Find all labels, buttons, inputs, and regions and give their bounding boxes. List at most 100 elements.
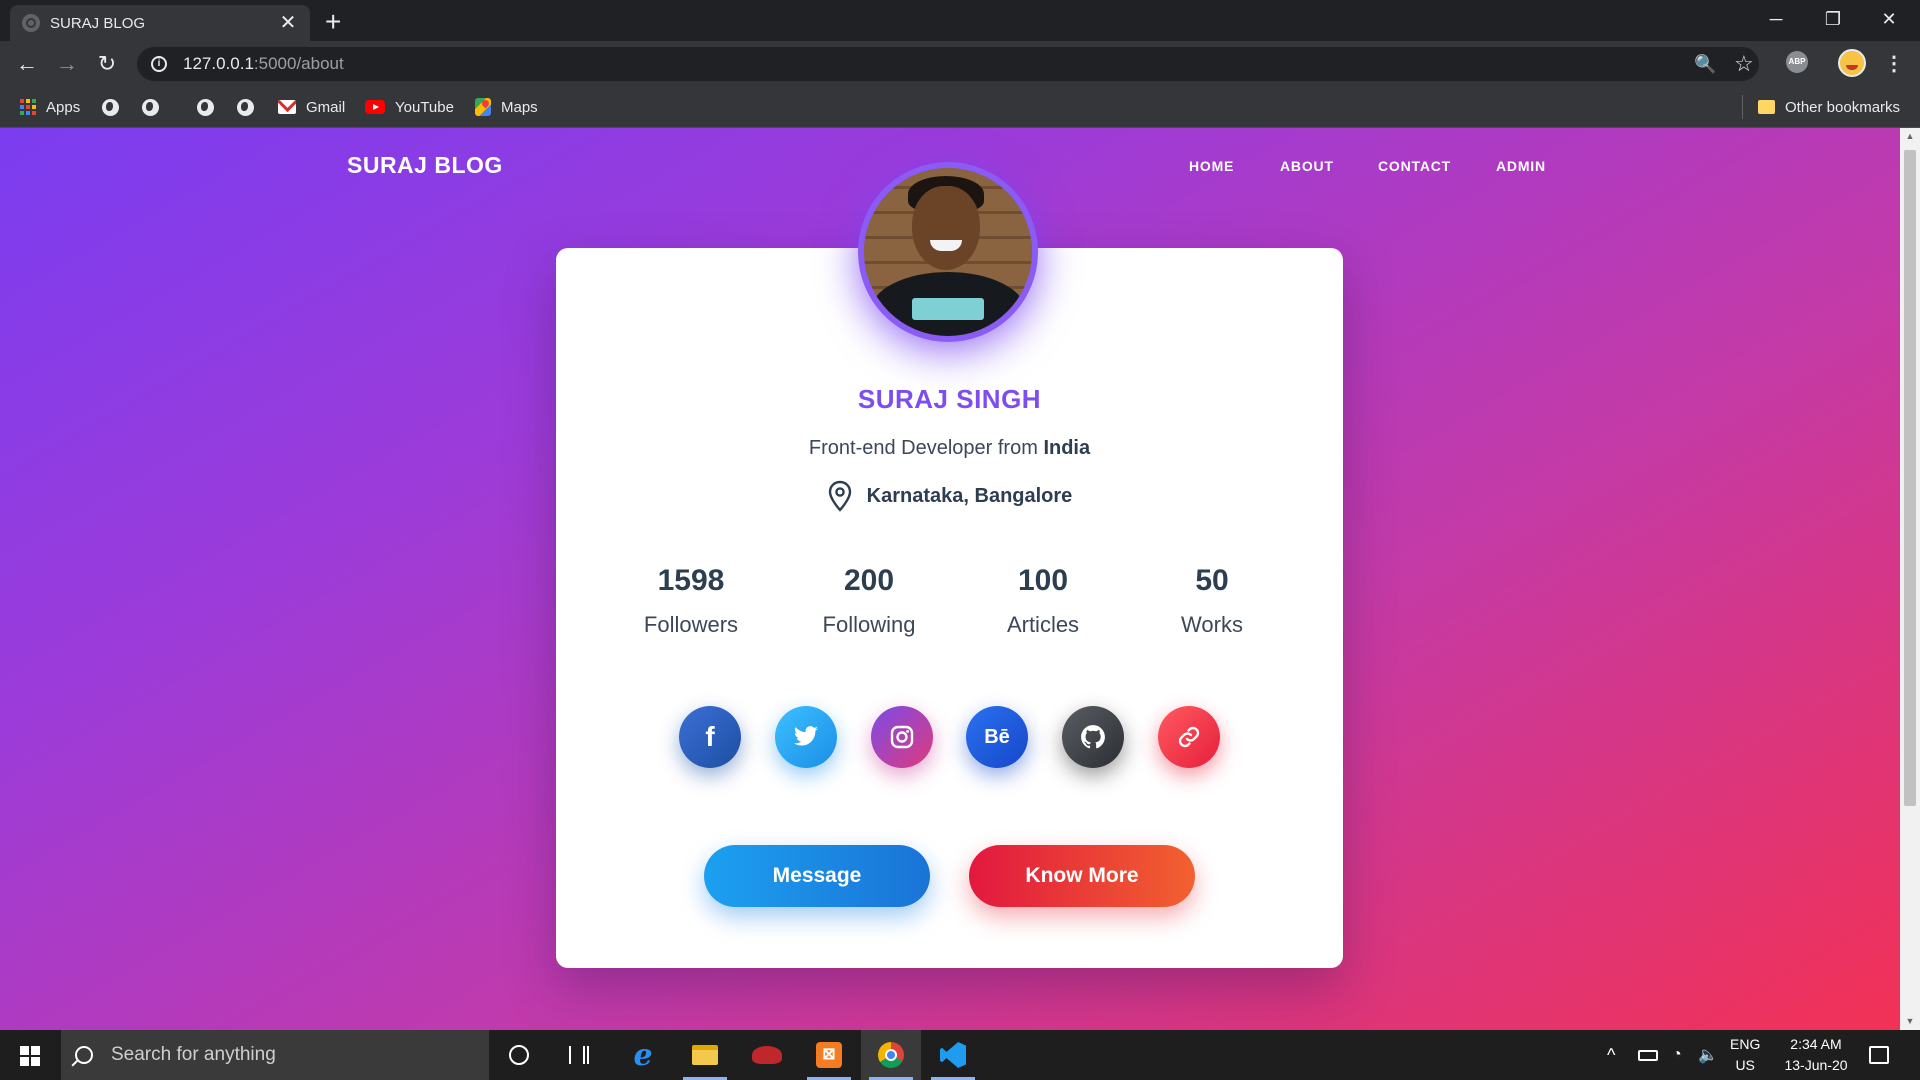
folder-icon	[692, 1045, 718, 1065]
facebook-button[interactable]: f	[679, 706, 741, 768]
behance-button[interactable]: Bē	[966, 706, 1028, 768]
instagram-button[interactable]	[871, 706, 933, 768]
edge-taskbar-button[interactable]: e	[613, 1030, 673, 1080]
profile-location: Karnataka, Bangalore	[556, 480, 1343, 512]
bookmark-globe-2[interactable]	[142, 87, 159, 127]
nav-contact[interactable]: CONTACT	[1378, 158, 1451, 174]
bookmark-globe-1[interactable]	[102, 87, 119, 127]
scrollbar-thumb[interactable]	[1904, 150, 1916, 806]
taskbar-search-box[interactable]: Search for anything	[61, 1030, 489, 1080]
chrome-taskbar-button[interactable]	[861, 1030, 921, 1080]
globe-icon	[197, 98, 214, 116]
github-button[interactable]	[1062, 706, 1124, 768]
nav-about[interactable]: ABOUT	[1280, 158, 1334, 174]
language-indicator[interactable]: ENG US	[1730, 1030, 1760, 1080]
windows-start-icon[interactable]	[20, 1046, 40, 1066]
gmail-icon	[278, 100, 296, 114]
red-app-taskbar-button[interactable]	[737, 1030, 797, 1080]
task-view-button[interactable]	[549, 1030, 609, 1080]
other-bookmarks[interactable]: Other bookmarks	[1758, 87, 1900, 127]
globe-icon	[142, 98, 159, 116]
restore-button[interactable]: ❐	[1810, 4, 1856, 34]
stat-label: Followers	[643, 612, 739, 637]
maps-icon	[475, 98, 491, 116]
cortana-button[interactable]	[489, 1030, 549, 1080]
notification-icon	[1869, 1046, 1889, 1064]
tab-title: SURAJ BLOG	[50, 14, 146, 32]
bookmark-maps[interactable]: Maps	[475, 87, 538, 127]
site-info-icon[interactable]: i	[151, 56, 167, 72]
clock-date: 13-Jun-20	[1784, 1057, 1848, 1073]
bookmark-globe-3[interactable]	[197, 87, 214, 127]
website-link-button[interactable]	[1158, 706, 1220, 768]
zoom-icon[interactable]: 🔍	[1694, 53, 1716, 75]
xampp-taskbar-button[interactable]: ⊠	[799, 1030, 859, 1080]
scroll-up-arrow-icon[interactable]: ▲	[1900, 128, 1920, 145]
twitter-button[interactable]	[775, 706, 837, 768]
reload-button[interactable]: ↻	[92, 49, 122, 79]
battery-icon[interactable]	[1638, 1030, 1658, 1080]
site-brand[interactable]: SURAJ BLOG	[347, 152, 503, 179]
bookmark-gmail[interactable]: Gmail	[278, 87, 345, 127]
message-button[interactable]: Message	[704, 845, 930, 907]
tray-overflow-icon[interactable]: ^	[1607, 1030, 1615, 1080]
profile-photo	[858, 162, 1038, 342]
folder-icon	[1758, 100, 1775, 114]
tab-close-icon[interactable]: ✕	[278, 13, 298, 33]
instagram-icon	[890, 725, 914, 749]
role-country: India	[1043, 437, 1091, 459]
stat-followers: 1598 Followers	[601, 564, 781, 638]
clock[interactable]: 2:34 AM 13-Jun-20	[1776, 1030, 1856, 1080]
nav-home[interactable]: HOME	[1189, 158, 1234, 174]
profile-role: Front-end Developer from India	[556, 437, 1343, 460]
stat-value: 200	[843, 564, 895, 597]
minimize-button[interactable]: ─	[1753, 4, 1799, 34]
volume-icon[interactable]: 🔈	[1698, 1030, 1718, 1080]
browser-toolbar: ← → ↻ i 127.0.0.1:5000/about 🔍 ☆ ABP ⋮	[0, 41, 1920, 87]
page-viewport: SURAJ BLOG HOME ABOUT CONTACT ADMIN SURA…	[0, 128, 1900, 1030]
know-more-button[interactable]: Know More	[969, 845, 1195, 907]
profile-avatar[interactable]	[1838, 49, 1866, 77]
forward-button[interactable]: →	[52, 49, 82, 79]
xampp-icon: ⊠	[816, 1042, 842, 1068]
address-bar[interactable]: i 127.0.0.1:5000/about	[137, 47, 1759, 81]
browser-tab[interactable]: SURAJ BLOG ✕	[10, 5, 310, 41]
language-code: ENG	[1730, 1036, 1761, 1052]
youtube-icon	[365, 100, 385, 114]
app-icon	[752, 1046, 782, 1064]
scroll-down-arrow-icon[interactable]: ▼	[1900, 1013, 1920, 1030]
apps-grid-icon	[20, 99, 36, 115]
bookmark-apps[interactable]: Apps	[20, 87, 80, 127]
task-view-icon	[569, 1046, 589, 1064]
bookmarks-divider	[1742, 95, 1743, 119]
stat-label: Works	[1181, 612, 1243, 637]
bookmark-label: Maps	[501, 98, 538, 116]
stat-label: Articles	[1006, 612, 1080, 637]
wifi-icon[interactable]: ◔	[1672, 1030, 1682, 1080]
vscode-icon	[940, 1042, 966, 1068]
role-text: Front-end Developer from	[808, 437, 1038, 459]
bookmark-star-icon[interactable]: ☆	[1734, 53, 1754, 75]
window-close-button[interactable]: ✕	[1866, 4, 1912, 34]
page-scrollbar[interactable]: ▲ ▼	[1900, 128, 1920, 1030]
stat-label: Following	[822, 612, 916, 637]
bookmark-globe-4[interactable]	[237, 87, 254, 127]
bookmark-label: Gmail	[306, 98, 346, 116]
globe-icon	[102, 98, 119, 116]
file-explorer-taskbar-button[interactable]	[675, 1030, 735, 1080]
vscode-taskbar-button[interactable]	[923, 1030, 983, 1080]
stat-value: 1598	[657, 564, 725, 597]
stat-value: 50	[1195, 564, 1229, 597]
chrome-icon	[878, 1042, 904, 1068]
location-text: Karnataka, Bangalore	[866, 484, 1073, 507]
nav-admin[interactable]: ADMIN	[1496, 158, 1546, 174]
browser-menu-icon[interactable]: ⋮	[1884, 51, 1904, 76]
bookmark-youtube[interactable]: YouTube	[365, 87, 454, 127]
notifications-button[interactable]	[1869, 1030, 1889, 1080]
clock-time: 2:34 AM	[1790, 1036, 1842, 1052]
stat-value: 100	[1017, 564, 1069, 597]
back-button[interactable]: ←	[12, 49, 42, 79]
new-tab-button[interactable]: +	[325, 8, 341, 36]
adblock-extension-icon[interactable]: ABP	[1786, 51, 1808, 73]
profile-name: SURAJ SINGH	[857, 384, 1042, 414]
